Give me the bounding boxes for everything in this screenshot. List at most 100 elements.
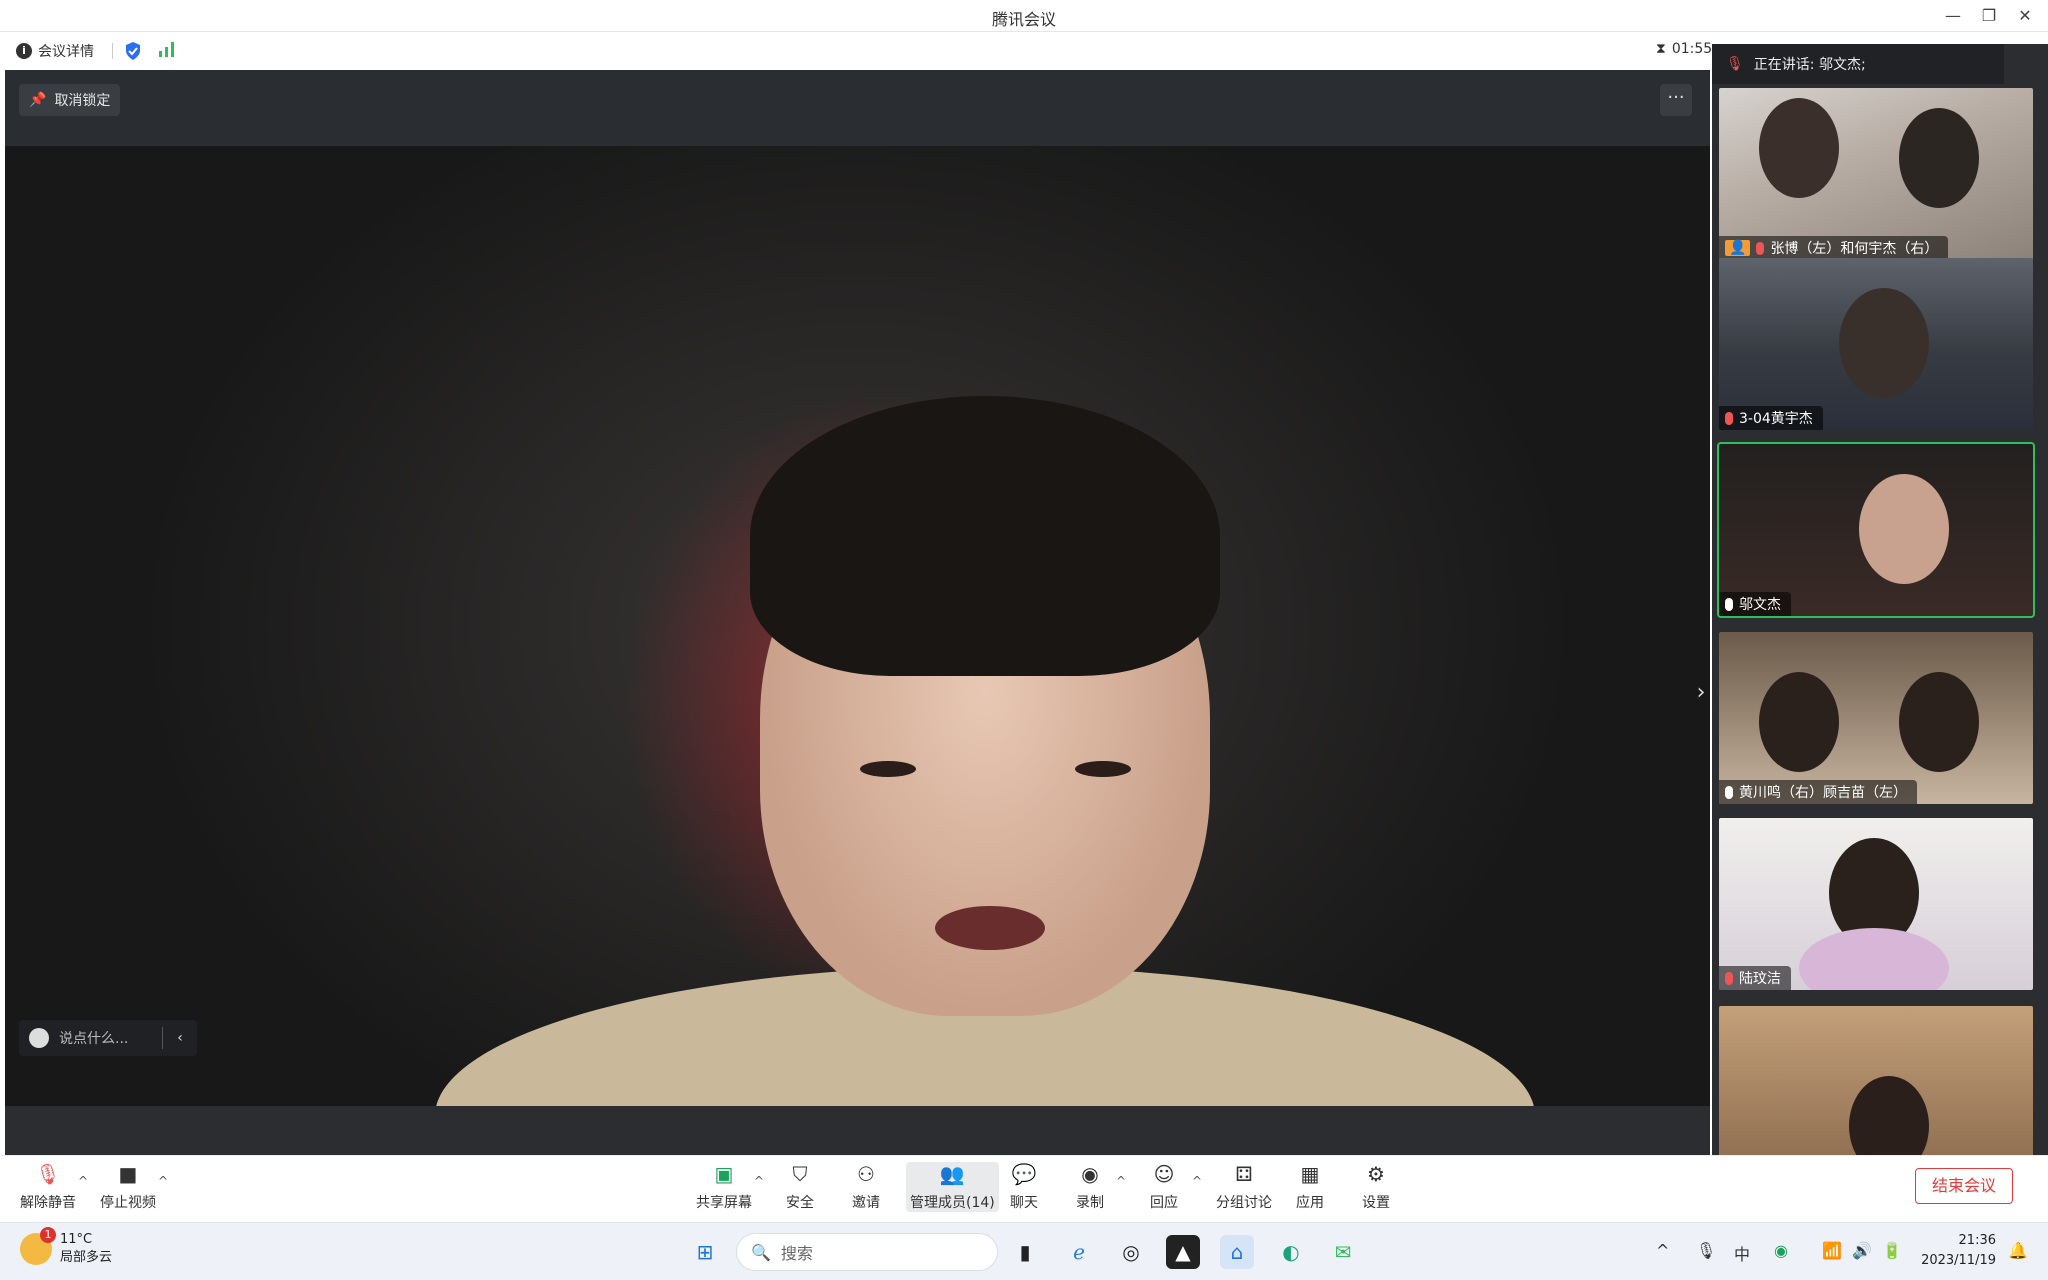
windows-start-icon[interactable]: ⊞ bbox=[688, 1235, 722, 1269]
wechat-icon[interactable]: ✉ bbox=[1326, 1235, 1360, 1269]
more-options-button[interactable]: ··· bbox=[1660, 84, 1692, 116]
participant-tile-active[interactable]: 邬文杰 bbox=[1717, 442, 2035, 618]
divider bbox=[112, 43, 113, 59]
app-tray-icon[interactable]: ◉ bbox=[1774, 1241, 1788, 1260]
meeting-details-button[interactable]: i 会议详情 bbox=[16, 41, 94, 61]
participant-tile[interactable]: 👤 张博（左）和何宇杰（右） bbox=[1719, 88, 2033, 260]
chevron-up-icon[interactable]: ^ bbox=[158, 1174, 168, 1188]
participant-head bbox=[1859, 474, 1949, 584]
search-label: 搜索 bbox=[780, 1244, 813, 1263]
participant-name: 张博（左）和何宇杰（右） bbox=[1770, 241, 1939, 257]
restore-button[interactable]: ❐ bbox=[1972, 4, 2006, 28]
chat-label: 聊天 bbox=[1010, 1195, 1038, 1211]
manage-members-button[interactable]: 👥 管理成员(14) bbox=[906, 1162, 999, 1212]
participant-head bbox=[1839, 288, 1929, 398]
camera-icon: ■ bbox=[118, 1162, 138, 1186]
clock-date: 2023/11/19 bbox=[1921, 1253, 1996, 1268]
ime-indicator[interactable]: 中 bbox=[1734, 1241, 1750, 1265]
notification-badge: 1 bbox=[40, 1227, 56, 1243]
record-label: 录制 bbox=[1076, 1195, 1104, 1211]
apps-button[interactable]: ▦ 应用 bbox=[1296, 1162, 1324, 1212]
window-title: 腾讯会议 bbox=[991, 10, 1056, 29]
participant-name: 陆玟洁 bbox=[1739, 971, 1781, 987]
microphone-icon[interactable]: 🎙 bbox=[1696, 1241, 1716, 1260]
breakout-label: 分组讨论 bbox=[1216, 1195, 1272, 1211]
invite-label: 邀请 bbox=[852, 1195, 880, 1211]
chrome-icon[interactable]: ◎ bbox=[1114, 1235, 1148, 1269]
shield-icon: ⛉ bbox=[792, 1162, 808, 1186]
record-icon: ◉ bbox=[1081, 1162, 1099, 1186]
chevron-left-icon[interactable]: ‹ bbox=[163, 1030, 197, 1046]
weather-widget[interactable]: 1 11°C 局部多云 bbox=[20, 1227, 112, 1267]
file-explorer-icon[interactable]: ▮ bbox=[1008, 1235, 1042, 1269]
signal-icon[interactable] bbox=[158, 41, 176, 57]
participant-tile[interactable]: 黄川鸣（右）顾吉苗（左） bbox=[1719, 632, 2033, 804]
apps-grid-icon: ▦ bbox=[1300, 1162, 1320, 1186]
participant-tile[interactable]: 3-04黄宇杰 bbox=[1719, 258, 2033, 430]
tencent-meeting-icon[interactable]: ⌂ bbox=[1220, 1235, 1254, 1269]
participant-gallery: 🎙 正在讲话: 邬文杰; 👤 张博（左）和何宇杰（右） 3-04黄宇杰 邬文杰 bbox=[1712, 44, 2048, 1155]
participant-head bbox=[1899, 108, 1979, 208]
taskbar-search[interactable]: 🔍 搜索 bbox=[736, 1233, 998, 1271]
security-button[interactable]: ⛉ 安全 bbox=[786, 1162, 814, 1212]
chevron-up-icon[interactable]: ^ bbox=[1192, 1174, 1202, 1188]
edge-icon[interactable]: ◐ bbox=[1274, 1235, 1308, 1269]
breakout-icon: ⚃ bbox=[1235, 1162, 1253, 1186]
quick-chat-input[interactable]: 说点什么... ‹ bbox=[19, 1020, 197, 1056]
os-taskbar: 1 11°C 局部多云 ⊞ 🔍 搜索 ▮ ℯ ◎ ▲ ⌂ ◐ ✉ ^ 🎙 中 ◉… bbox=[0, 1222, 2048, 1280]
system-clock[interactable]: 21:36 2023/11/19 bbox=[1921, 1231, 1996, 1271]
chat-button[interactable]: 💬 聊天 bbox=[1010, 1162, 1038, 1212]
meeting-toolbar: 🎙 解除静音 ^ ■ 停止视频 ^ ▣ 共享屏幕 ^ ⛉ 安全 ⚇ 邀请 👥 管… bbox=[0, 1155, 2048, 1222]
mic-icon bbox=[1725, 597, 1733, 611]
pin-icon: 📌 bbox=[29, 92, 47, 108]
gear-icon: ⚙ bbox=[1367, 1162, 1385, 1186]
chat-placeholder: 说点什么... bbox=[59, 1031, 129, 1047]
volume-icon[interactable]: 🔊 bbox=[1852, 1241, 1872, 1260]
breakout-button[interactable]: ⚃ 分组讨论 bbox=[1216, 1162, 1272, 1212]
mic-muted-icon bbox=[1725, 411, 1733, 425]
window-titlebar: 腾讯会议 — ❐ ✕ bbox=[0, 0, 2048, 32]
invite-button[interactable]: ⚇ 邀请 bbox=[852, 1162, 880, 1212]
unpin-button[interactable]: 📌 取消锁定 bbox=[19, 84, 121, 116]
search-icon: 🔍 bbox=[751, 1242, 771, 1262]
participant-name-tag: 邬文杰 bbox=[1719, 592, 1791, 616]
timer-value: 01:55 bbox=[1671, 41, 1713, 57]
host-icon: 👤 bbox=[1725, 240, 1751, 256]
hourglass-icon: ⧗ bbox=[1656, 41, 1666, 57]
participant-name-tag: 👤 张博（左）和何宇杰（右） bbox=[1719, 236, 1949, 260]
participant-tile[interactable]: 陆玟洁 bbox=[1719, 818, 2033, 990]
minimize-button[interactable]: — bbox=[1936, 4, 1970, 28]
share-screen-button[interactable]: ▣ 共享屏幕 bbox=[696, 1162, 752, 1212]
unmute-button[interactable]: 🎙 解除静音 bbox=[20, 1162, 76, 1212]
app-icon[interactable]: ▲ bbox=[1166, 1235, 1200, 1269]
chevron-right-icon[interactable]: › bbox=[1690, 668, 1712, 718]
share-screen-icon: ▣ bbox=[714, 1162, 734, 1186]
speaker-eye-right bbox=[1075, 761, 1131, 777]
participant-name: 3-04黄宇杰 bbox=[1739, 411, 1813, 427]
mic-muted-icon bbox=[1756, 241, 1765, 255]
participant-head bbox=[1849, 1076, 1929, 1155]
wifi-icon[interactable]: 📶 bbox=[1822, 1241, 1842, 1260]
chevron-up-icon[interactable]: ^ bbox=[1656, 1241, 1669, 1260]
chevron-up-icon[interactable]: ^ bbox=[1116, 1174, 1126, 1188]
settings-button[interactable]: ⚙ 设置 bbox=[1362, 1162, 1390, 1212]
chevron-up-icon[interactable]: ^ bbox=[754, 1174, 764, 1188]
notification-bell-icon[interactable]: 🔔 bbox=[2008, 1241, 2028, 1260]
participant-tile[interactable] bbox=[1719, 1006, 2033, 1155]
emoji-icon[interactable] bbox=[29, 1028, 49, 1048]
end-meeting-button[interactable]: 结束会议 bbox=[1915, 1168, 2013, 1204]
close-button[interactable]: ✕ bbox=[2008, 4, 2042, 28]
reaction-button[interactable]: ☺ 回应 bbox=[1150, 1162, 1178, 1212]
speaker-mouth bbox=[935, 906, 1045, 950]
shield-icon[interactable] bbox=[124, 41, 142, 61]
add-user-icon: ⚇ bbox=[857, 1162, 875, 1186]
mic-muted-icon bbox=[1725, 971, 1733, 985]
speaker-hair bbox=[750, 396, 1220, 676]
members-icon: 👥 bbox=[939, 1162, 965, 1186]
battery-icon[interactable]: 🔋 bbox=[1882, 1241, 1902, 1260]
record-button[interactable]: ◉ 录制 bbox=[1076, 1162, 1104, 1212]
stop-video-button[interactable]: ■ 停止视频 bbox=[100, 1162, 156, 1212]
browser-e-icon[interactable]: ℯ bbox=[1062, 1235, 1096, 1269]
info-icon: i bbox=[16, 43, 32, 59]
chevron-up-icon[interactable]: ^ bbox=[78, 1174, 88, 1188]
